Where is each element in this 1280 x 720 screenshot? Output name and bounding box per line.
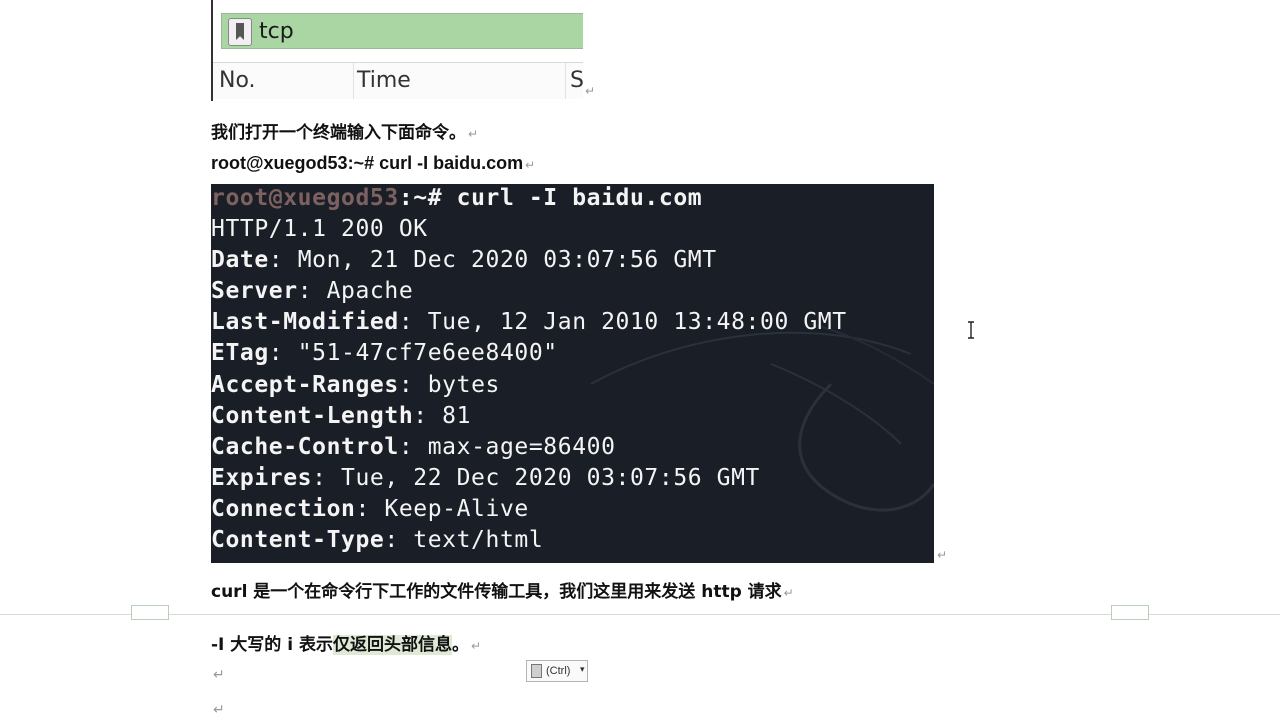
- paragraph-text: curl 是一个在命令行下工作的文件传输工具，我们这里用来发送 http 请求: [211, 582, 782, 602]
- paragraph-text: -I 大写的 i 表示: [211, 635, 333, 655]
- paragraph-text-end: 。: [451, 635, 469, 655]
- header-name: ETag: [211, 340, 269, 367]
- header-value: : bytes: [398, 371, 500, 398]
- paragraph-mark: ↵: [468, 127, 479, 141]
- terminal-output-line: Content-Length: 81: [211, 403, 471, 429]
- paragraph-text: 我们打开一个终端输入下面命令。: [211, 123, 466, 143]
- header-name: Accept-Ranges: [211, 371, 399, 398]
- header-value: : Tue, 12 Jan 2010 13:48:00 GMT: [398, 309, 847, 336]
- terminal-output-line: Last-Modified: Tue, 12 Jan 2010 13:48:00…: [211, 309, 847, 335]
- header-value: : 81: [413, 402, 472, 429]
- terminal-output-line: Accept-Ranges: bytes: [211, 372, 500, 398]
- paragraph-flag-description[interactable]: -I 大写的 i 表示仅返回头部信息。 ↵: [211, 630, 481, 655]
- paste-options-label: (Ctrl): [546, 665, 571, 677]
- chevron-down-icon: ▾: [580, 664, 585, 674]
- header-name: Server: [211, 278, 298, 305]
- empty-paragraph-mark[interactable]: ↵: [213, 702, 225, 718]
- header-name: Date: [211, 247, 269, 274]
- column-no: No.: [219, 68, 256, 93]
- header-value: : Apache: [297, 278, 414, 305]
- paragraph-curl-description[interactable]: curl 是一个在命令行下工作的文件传输工具，我们这里用来发送 http 请求 ↵: [211, 577, 794, 602]
- paragraph-mark: ↵: [783, 586, 794, 600]
- paste-options-button[interactable]: (Ctrl) ▾: [526, 660, 588, 682]
- paragraph-mark: ↵: [525, 158, 536, 172]
- prompt-command: :~# curl -I baidu.com: [398, 185, 703, 211]
- header-name: Content-Length: [211, 402, 414, 429]
- terminal-output-line: Expires: Tue, 22 Dec 2020 03:07:56 GMT: [211, 465, 760, 491]
- header-value: : "51-47cf7e6ee8400": [268, 340, 558, 367]
- header-name: Connection: [211, 495, 356, 522]
- header-value: : max-age=86400: [398, 433, 616, 460]
- header-name: Cache-Control: [211, 433, 399, 460]
- empty-paragraph-mark[interactable]: ↵: [213, 667, 225, 683]
- paragraph-command[interactable]: root@xuegod53:~# curl -I baidu.com ↵: [211, 153, 535, 174]
- terminal-output-line: Connection: Keep-Alive: [211, 496, 529, 522]
- column-separator: [353, 63, 354, 99]
- paragraph-mark: ↵: [585, 84, 596, 98]
- display-filter-bar: tcp: [221, 13, 583, 49]
- text-cursor-icon: [968, 321, 974, 339]
- terminal-screenshot-image: root@xuegod53:~# curl -I baidu.com HTTP/…: [211, 184, 934, 563]
- paragraph-mark: ↵: [470, 639, 482, 653]
- terminal-output-line: ETag: "51-47cf7e6ee8400": [211, 340, 558, 366]
- command-text: root@xuegod53:~# curl -I baidu.com: [211, 153, 524, 173]
- right-page-corner-mark: [1111, 605, 1149, 620]
- terminal-output-line: Date: Mon, 21 Dec 2020 03:07:56 GMT: [211, 247, 717, 273]
- highlighted-text: 仅返回头部信息: [332, 635, 452, 655]
- bookmark-icon: [228, 18, 252, 46]
- header-value: HTTP/1.1 200 OK: [211, 216, 428, 242]
- column-source: S: [570, 68, 584, 93]
- column-time: Time: [357, 68, 411, 93]
- terminal-prompt-line: root@xuegod53:~# curl -I baidu.com: [211, 185, 702, 211]
- wireshark-screenshot-image: tcp No. Time S: [211, 0, 585, 101]
- column-separator: [565, 63, 566, 99]
- terminal-output-line: Cache-Control: max-age=86400: [211, 434, 616, 460]
- header-name: Last-Modified: [211, 309, 399, 336]
- header-name: Expires: [211, 464, 313, 491]
- clipboard-icon: [531, 664, 542, 678]
- terminal-output-line: HTTP/1.1 200 OK: [211, 216, 428, 242]
- paragraph-open-terminal[interactable]: 我们打开一个终端输入下面命令。 ↵: [211, 118, 478, 143]
- paragraph-mark: ↵: [937, 548, 948, 562]
- header-name: Content-Type: [211, 527, 385, 553]
- header-value: : Tue, 22 Dec 2020 03:07:56 GMT: [312, 464, 761, 491]
- filter-text: tcp: [259, 19, 294, 44]
- terminal-output-line: Server: Apache: [211, 278, 413, 304]
- packet-list-header: No. Time S: [213, 62, 584, 99]
- prompt-user: root@xuegod53: [211, 185, 399, 211]
- header-value: : Mon, 21 Dec 2020 03:07:56 GMT: [268, 247, 717, 274]
- terminal-output-line: Content-Type: text/html: [211, 527, 543, 553]
- left-page-corner-mark: [131, 605, 169, 620]
- page-break-line: [0, 614, 1280, 615]
- header-value: : text/html: [384, 527, 544, 553]
- header-value: : Keep-Alive: [355, 495, 529, 522]
